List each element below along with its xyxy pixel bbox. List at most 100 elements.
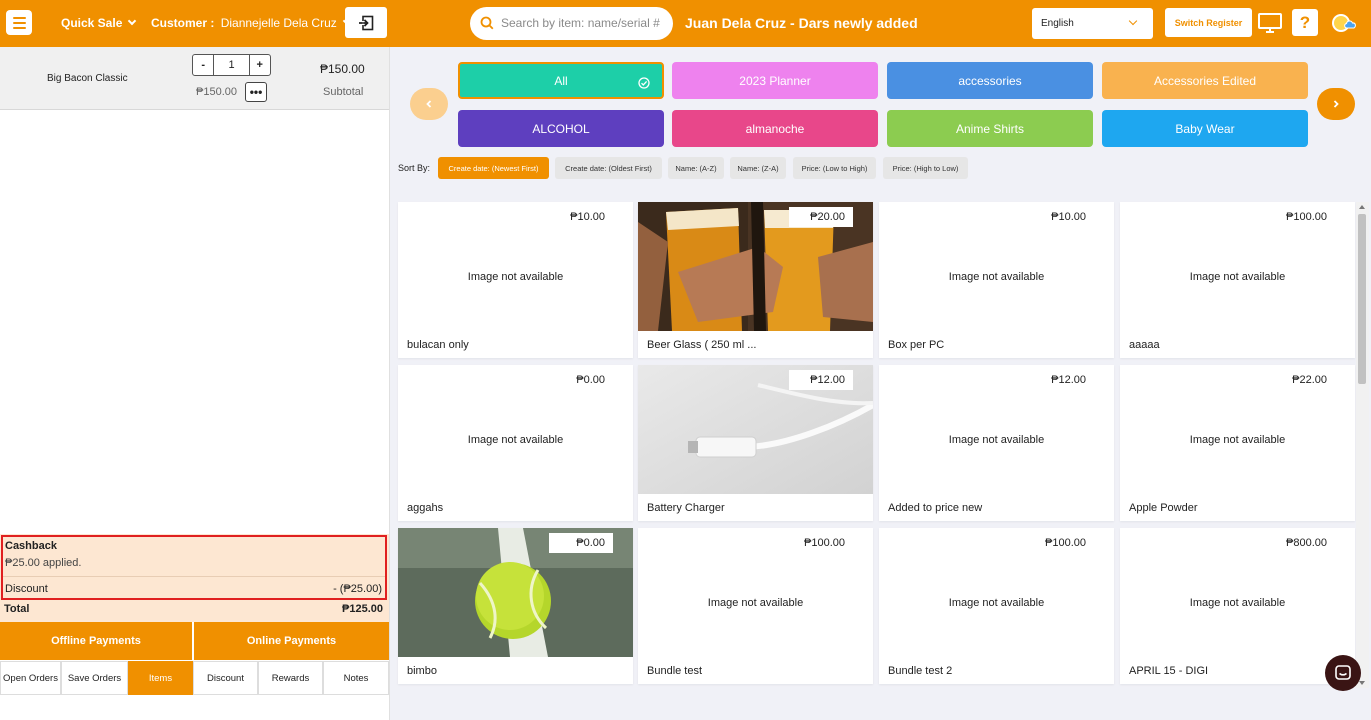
product-price: ₱10.00 (1030, 207, 1094, 227)
exit-button[interactable] (345, 7, 387, 38)
product-card[interactable]: Image not available ₱800.00 APRIL 15 - D… (1120, 528, 1355, 684)
category-anime-shirts[interactable]: Anime Shirts (887, 110, 1093, 147)
product-card[interactable]: Image not available ₱100.00 aaaaa (1120, 202, 1355, 358)
top-bar: Quick Sale Customer : Diannejelle Dela C… (0, 0, 1371, 47)
cart-item-row[interactable]: Big Bacon Classic - 1 + ₱150.00 ••• ₱150… (0, 47, 389, 110)
product-name: Beer Glass ( 250 ml ... (647, 339, 757, 351)
search-box[interactable] (470, 7, 673, 40)
product-price: ₱22.00 (1271, 370, 1335, 390)
product-name: APRIL 15 - DIGI (1129, 665, 1209, 677)
monitor-icon[interactable] (1258, 13, 1282, 33)
scroll-down-icon[interactable] (1359, 681, 1365, 685)
product-price: ₱100.00 (789, 533, 853, 553)
category-accessories-edited[interactable]: Accessories Edited (1102, 62, 1308, 99)
customer-dropdown[interactable]: Customer : Diannejelle Dela Cruz (151, 16, 351, 30)
tab-rewards[interactable]: Rewards (258, 661, 323, 695)
search-icon (480, 16, 494, 30)
product-name: Bundle test 2 (888, 665, 953, 677)
category-2023-planner[interactable]: 2023 Planner (672, 62, 878, 99)
category-baby-wear[interactable]: Baby Wear (1102, 110, 1308, 147)
product-name: bimbo (407, 665, 437, 677)
quantity-stepper: - 1 + (192, 54, 271, 76)
product-card[interactable]: ₱12.00 Battery Charger (638, 365, 873, 521)
online-payments-button[interactable]: Online Payments (194, 622, 389, 660)
quantity-value[interactable]: 1 (213, 55, 250, 75)
sort-oldest-first[interactable]: Create date: (Oldest First) (555, 157, 662, 179)
sort-name-z-a[interactable]: Name: (Z-A) (730, 157, 786, 179)
search-input[interactable] (501, 16, 667, 30)
tab-notes[interactable]: Notes (323, 661, 389, 695)
sort-label: Sort By: (398, 163, 431, 173)
product-card[interactable]: Image not available ₱100.00 Bundle test … (879, 528, 1114, 684)
cashback-title: Cashback (5, 540, 57, 552)
product-card[interactable]: Image not available ₱100.00 Bundle test (638, 528, 873, 684)
chevron-right-icon (1333, 100, 1339, 108)
help-button[interactable]: ? (1292, 9, 1318, 36)
product-card[interactable]: Image not available ₱22.00 Apple Powder (1120, 365, 1355, 521)
sort-name-a-z[interactable]: Name: (A-Z) (668, 157, 724, 179)
product-price: ₱20.00 (789, 207, 853, 227)
chat-button[interactable] (1325, 655, 1361, 691)
tab-save-orders[interactable]: Save Orders (61, 661, 128, 695)
category-alcohol[interactable]: ALCOHOL (458, 110, 664, 147)
tab-items[interactable]: Items (128, 661, 193, 695)
sort-price-low-high[interactable]: Price: (Low to High) (793, 157, 876, 179)
bottom-tabs: Open Orders Save Orders Items Discount R… (0, 661, 389, 695)
chevron-down-icon (1128, 16, 1138, 26)
category-almanoche[interactable]: almanoche (672, 110, 878, 147)
chevron-left-icon (426, 100, 432, 108)
product-price: ₱0.00 (549, 533, 613, 553)
category-label: All (554, 73, 568, 88)
product-name: Battery Charger (647, 502, 725, 514)
product-card[interactable]: Image not available ₱10.00 bulacan only (398, 202, 633, 358)
offline-payments-button[interactable]: Offline Payments (0, 622, 192, 660)
product-grid-scrollbar[interactable] (1356, 202, 1369, 688)
discount-label: Discount (5, 583, 48, 595)
language-select[interactable]: English (1032, 8, 1153, 39)
product-card[interactable]: Image not available ₱12.00 Added to pric… (879, 365, 1114, 521)
switch-register-button[interactable]: Switch Register (1165, 8, 1252, 37)
image-placeholder: Image not available (948, 597, 1045, 609)
categories-next-button[interactable] (1317, 88, 1355, 120)
total-label: Total (4, 603, 30, 615)
product-card[interactable]: Image not available ₱10.00 Box per PC (879, 202, 1114, 358)
order-summary: Cashback ₱25.00 applied. Discount - (₱25… (0, 534, 389, 622)
sort-price-high-low[interactable]: Price: (High to Low) (883, 157, 968, 179)
product-name: Bundle test (647, 665, 703, 677)
increase-qty-button[interactable]: + (250, 55, 270, 75)
product-price: ₱0.00 (549, 370, 613, 390)
hamburger-icon[interactable] (6, 10, 32, 35)
quick-sale-dropdown[interactable]: Quick Sale (61, 16, 137, 30)
product-grid: Image not available ₱10.00 bulacan only … (398, 202, 1355, 688)
customer-name: Diannejelle Dela Cruz (220, 16, 337, 30)
category-all[interactable]: All (458, 62, 664, 99)
check-circle-icon (638, 77, 650, 89)
chat-icon (1335, 665, 1351, 680)
language-value: English (1041, 18, 1074, 29)
product-card[interactable]: ₱20.00 Beer Glass ( 250 ml ... (638, 202, 873, 358)
categories-prev-button[interactable] (410, 88, 448, 120)
product-card[interactable]: ₱0.00 bimbo (398, 528, 633, 684)
scrollbar-thumb[interactable] (1358, 214, 1366, 384)
tab-discount[interactable]: Discount (193, 661, 258, 695)
tab-open-orders[interactable]: Open Orders (0, 661, 61, 695)
subtotal-label: Subtotal (323, 86, 364, 98)
product-price: ₱12.00 (789, 370, 853, 390)
image-placeholder: Image not available (1189, 434, 1286, 446)
product-price: ₱10.00 (549, 207, 613, 227)
discount-value: - (₱25.00) (333, 583, 382, 595)
category-accessories[interactable]: accessories (887, 62, 1093, 99)
decrease-qty-button[interactable]: - (193, 55, 213, 75)
sort-newest-first[interactable]: Create date: (Newest First) (438, 157, 549, 179)
image-placeholder: Image not available (948, 434, 1045, 446)
product-name: aaaaa (1129, 339, 1160, 351)
weather-icon (1332, 14, 1356, 32)
image-placeholder: Image not available (948, 271, 1045, 283)
order-panel: Big Bacon Classic - 1 + ₱150.00 ••• ₱150… (0, 47, 390, 720)
image-placeholder: Image not available (467, 271, 564, 283)
scroll-up-icon[interactable] (1359, 205, 1365, 209)
more-options-icon[interactable]: ••• (245, 82, 267, 102)
chevron-down-icon (128, 16, 137, 26)
product-card[interactable]: Image not available ₱0.00 aggahs (398, 365, 633, 521)
cart-item-unit-price: ₱150.00 (196, 86, 237, 98)
